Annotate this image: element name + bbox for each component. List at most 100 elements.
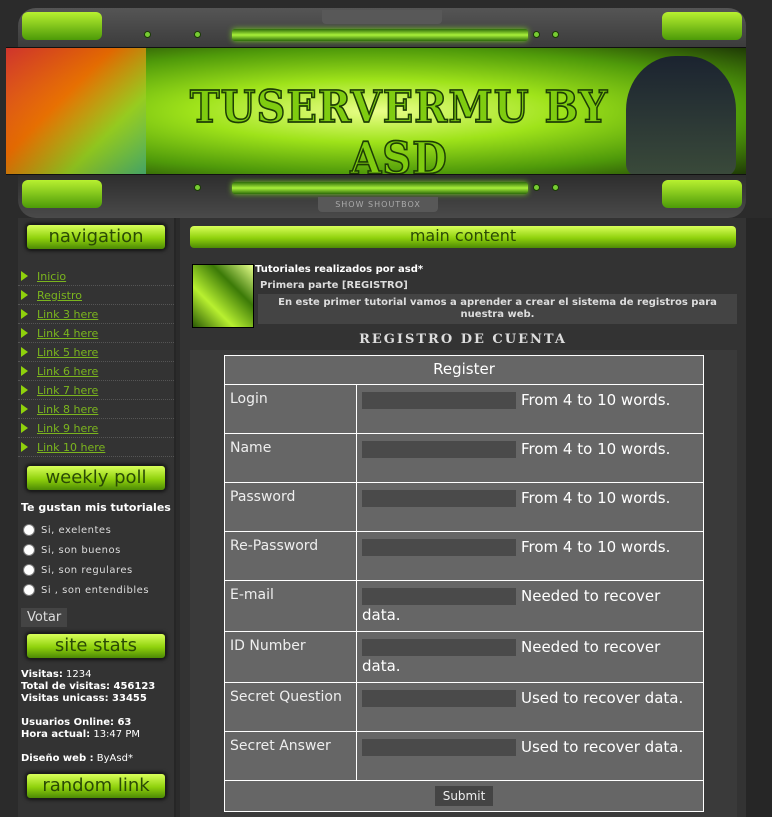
random-link-heading: random link [26,773,166,799]
poll-option[interactable]: Si, exelentes [18,520,174,540]
field-hint: From 4 to 10 words. [521,440,671,458]
poll-option[interactable]: Si, son regulares [18,560,174,580]
main-content: main content Tutoriales realizados por a… [180,218,746,817]
stat-value: 1234 [62,669,92,680]
arrow-icon [21,347,28,357]
nav-item[interactable]: Link 10 here [18,438,174,457]
poll-option-label: Si, exelentes [41,524,112,536]
led-icon [552,184,559,191]
led-icon [194,184,201,191]
led-icon [533,184,540,191]
header-top-tab [322,10,442,24]
field-input[interactable] [362,739,516,756]
field-input[interactable] [362,539,516,556]
main-content-heading: main content [190,226,736,248]
nav-label: Inicio [37,269,67,283]
stat-key: Total de visitas: [21,681,111,692]
nav-item[interactable]: Link 7 here [18,381,174,400]
nav-label: Link 8 here [37,402,99,416]
poll-option-label: Si, son regulares [41,564,133,576]
form-row: Re-Password From 4 to 10 words. [224,531,704,581]
nav-list: Inicio Registro Link 3 here Link 4 here … [18,267,174,457]
nav-item[interactable]: Registro [18,286,174,305]
led-icon [194,31,201,38]
poll-radio[interactable] [23,564,35,576]
form-row: Login From 4 to 10 words. [224,384,704,434]
header-glow-bar [232,29,528,41]
stat-key: Diseño web : [21,753,94,764]
register-form: Register Login From 4 to 10 words. Name Fro… [224,355,704,812]
submit-button[interactable]: Submit [434,786,494,806]
field-label: Name [224,433,357,483]
arrow-icon [21,404,28,414]
field-label: ID Number [224,631,357,683]
arrow-icon [21,271,28,281]
led-icon [144,31,151,38]
post-title: Tutoriales realizados por asd* [255,264,424,275]
stat-value: 33455 [108,693,147,704]
field-label: Secret Answer [224,731,357,781]
stat-key: Visitas unicass: [21,693,109,704]
poll-option-label: Si , son entendibles [41,584,150,596]
field-input[interactable] [362,392,516,409]
form-row: ID Number Needed to recover data. [224,631,704,683]
post-subtitle: Primera parte [REGISTRO] [260,280,408,291]
poll-radio[interactable] [23,544,35,556]
arrow-icon [21,328,28,338]
field-label: Password [224,482,357,532]
header-corner [22,12,102,40]
field-input[interactable] [362,690,516,707]
nav-label: Link 9 here [37,421,99,435]
field-hint: From 4 to 10 words. [521,538,671,556]
arrow-icon [21,423,28,433]
field-input[interactable] [362,588,516,605]
field-input[interactable] [362,441,516,458]
banner-logo-art [6,48,146,174]
nav-item[interactable]: Inicio [18,267,174,286]
nav-label: Link 6 here [37,364,99,378]
nav-label: Registro [37,288,83,302]
field-input[interactable] [362,490,516,507]
vote-button[interactable]: Votar [21,608,68,627]
field-input[interactable] [362,639,516,656]
poll-radio[interactable] [23,584,35,596]
arrow-icon [21,366,28,376]
banner-soldier-art [626,56,736,174]
field-hint: From 4 to 10 words. [521,489,671,507]
stat-value: 63 [113,717,132,728]
stat-key: Visitas: [21,669,63,680]
stat-value: ByAsd* [93,753,133,764]
post-description: En este primer tutorial vamos a aprender… [258,294,737,324]
arrow-icon [21,385,28,395]
site-title: TUSERVERMU BY ASD [189,80,609,175]
form-row: Secret Answer Used to recover data. [224,731,704,781]
nav-label: Link 10 here [37,440,106,454]
nav-item[interactable]: Link 3 here [18,305,174,324]
nav-item[interactable]: Link 9 here [18,419,174,438]
site-stats-heading: site stats [26,633,166,659]
field-hint: From 4 to 10 words. [521,391,671,409]
poll-option[interactable]: Si , son entendibles [18,580,174,600]
poll-option[interactable]: Si, son buenos [18,540,174,560]
nav-item[interactable]: Link 4 here [18,324,174,343]
site-stats: Visitas: 1234 Total de visitas: 456123 V… [18,669,174,765]
led-icon [552,31,559,38]
nav-item[interactable]: Link 6 here [18,362,174,381]
section-title: REGISTRO DE CUENTA [359,332,567,347]
show-shoutbox-button[interactable]: SHOW SHOUTBOX [318,197,438,212]
post-thumbnail [192,264,254,328]
nav-item[interactable]: Link 5 here [18,343,174,362]
weekly-poll-heading: weekly poll [26,465,166,491]
header-banner: TUSERVERMU BY ASD [6,47,746,175]
nav-item[interactable]: Link 8 here [18,400,174,419]
navigation-heading: navigation [26,224,166,250]
right-border [746,218,772,817]
arrow-icon [21,442,28,452]
header-corner [22,180,102,208]
field-hint: Used to recover data. [521,738,684,756]
field-label: Re-Password [224,531,357,581]
poll-radio[interactable] [23,524,35,536]
nav-label: Link 7 here [37,383,99,397]
form-header: Register [224,355,704,385]
form-row: E-mail Needed to recover data. [224,580,704,632]
